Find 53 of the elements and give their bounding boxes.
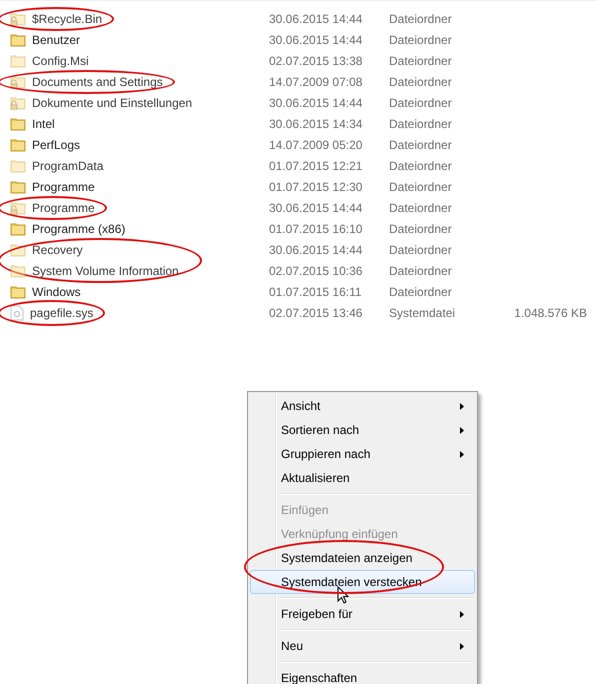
date-modified: 02.07.2015 10:36 [269, 264, 364, 278]
file-type: Dateiordner [389, 222, 453, 236]
file-name[interactable]: System Volume Information [32, 264, 179, 278]
date-modified: 30.06.2015 14:44 [269, 242, 364, 256]
file-name[interactable]: Recovery [32, 242, 83, 256]
date-modified: 30.06.2015 14:34 [269, 116, 364, 130]
file-type: Systemdatei [389, 306, 456, 320]
file-name[interactable]: Windows [32, 284, 81, 298]
file-type: Dateiordner [389, 116, 453, 130]
file-name[interactable]: Intel [32, 116, 55, 130]
date-modified: 01.07.2015 16:11 [269, 284, 363, 298]
file-type: Dateiordner [389, 284, 453, 298]
file-type: Dateiordner [389, 54, 453, 68]
file-name[interactable]: Documents and Settings [32, 74, 163, 88]
date-modified: 30.06.2015 14:44 [269, 32, 364, 46]
date-modified: 30.06.2015 14:44 [269, 12, 364, 26]
file-type: Dateiordner [389, 96, 453, 110]
menu-item[interactable]: Aktualisieren [250, 466, 475, 490]
date-modified: 14.07.2009 05:20 [269, 138, 364, 152]
file-type: Dateiordner [389, 200, 453, 214]
file-name[interactable]: $Recycle.Bin [32, 12, 102, 26]
file-name[interactable]: Config.Msi [32, 54, 89, 68]
date-modified: 30.06.2015 14:44 [269, 200, 364, 214]
file-type: Dateiordner [389, 158, 453, 172]
file-type: Dateiordner [389, 138, 453, 152]
file-name[interactable]: PerfLogs [32, 138, 80, 152]
menu-item[interactable]: Freigeben für [250, 602, 475, 626]
file-type: Dateiordner [389, 180, 453, 194]
date-modified: 02.07.2015 13:46 [269, 306, 364, 320]
date-modified: 01.07.2015 12:30 [269, 180, 364, 194]
file-size: 1.048.576 KB [513, 306, 587, 320]
date-modified: 02.07.2015 13:38 [269, 54, 364, 68]
file-type: Dateiordner [389, 12, 453, 26]
file-name[interactable]: Dokumente und Einstellungen [32, 96, 192, 110]
file-name[interactable]: Programme [32, 180, 95, 194]
date-modified: 01.07.2015 16:10 [269, 222, 364, 236]
file-type: Dateiordner [389, 74, 453, 88]
file-name[interactable]: Programme [32, 200, 95, 214]
menu-item[interactable]: Gruppieren nach [250, 442, 475, 466]
file-type: Dateiordner [389, 242, 453, 256]
menu-item[interactable]: Ansicht [250, 394, 475, 418]
date-modified: 30.06.2015 14:44 [269, 96, 364, 110]
file-type: Dateiordner [389, 32, 453, 46]
date-modified: 14.07.2009 07:08 [269, 74, 364, 88]
file-type: Dateiordner [389, 264, 453, 278]
menu-item[interactable]: Sortieren nach [250, 418, 475, 442]
file-name[interactable]: Programme (x86) [32, 222, 126, 236]
date-modified: 01.07.2015 12:21 [269, 158, 364, 172]
menu-item[interactable]: Neu [250, 634, 475, 658]
file-name[interactable]: pagefile.sys [30, 306, 94, 320]
menu-item[interactable]: Systemdateien anzeigen [250, 546, 475, 570]
file-name[interactable]: ProgramData [32, 158, 104, 172]
file-name[interactable]: Benutzer [32, 32, 80, 46]
